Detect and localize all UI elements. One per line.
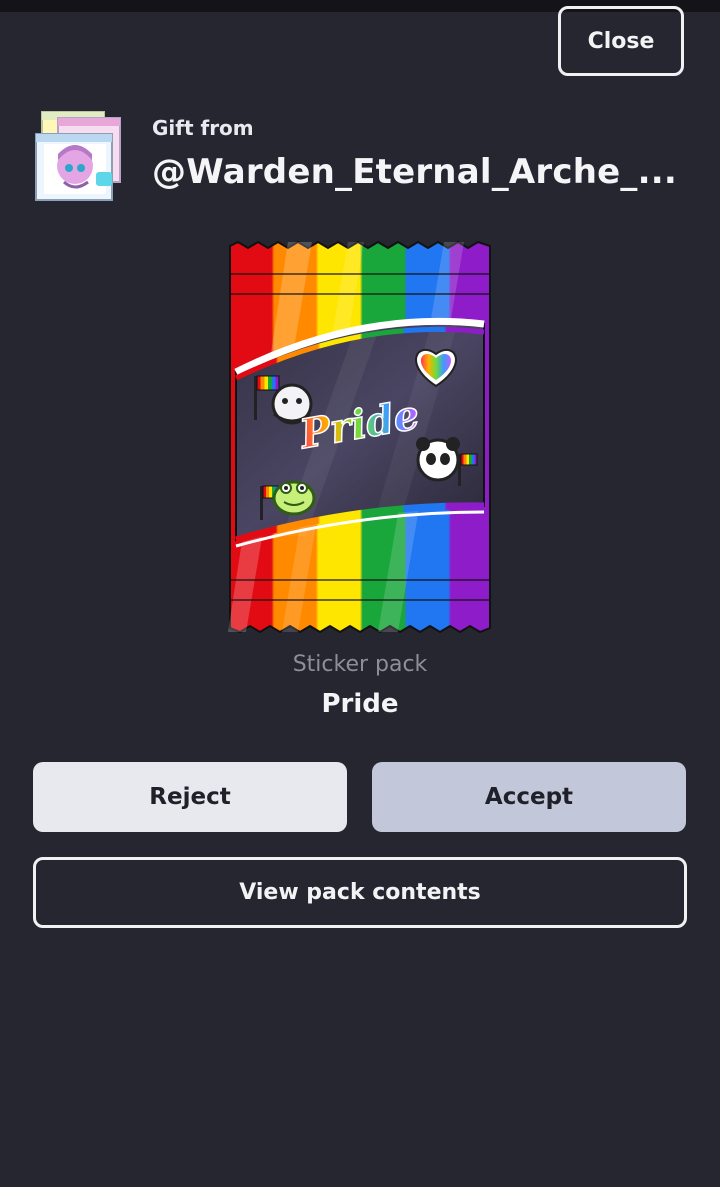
close-button[interactable]: Close [558,6,684,76]
view-pack-contents-button[interactable]: View pack contents [33,857,687,928]
accept-button[interactable]: Accept [372,762,686,832]
sender-username[interactable]: @Warden_Eternal_Arche_... [152,152,682,192]
reject-button[interactable]: Reject [33,762,347,832]
sender-avatar[interactable] [34,110,124,202]
gift-from-label: Gift from [152,116,254,140]
pack-type-label: Sticker pack [292,652,428,677]
sticker-pack-artwork: Pride [228,240,491,634]
pack-name: Pride [321,689,399,719]
